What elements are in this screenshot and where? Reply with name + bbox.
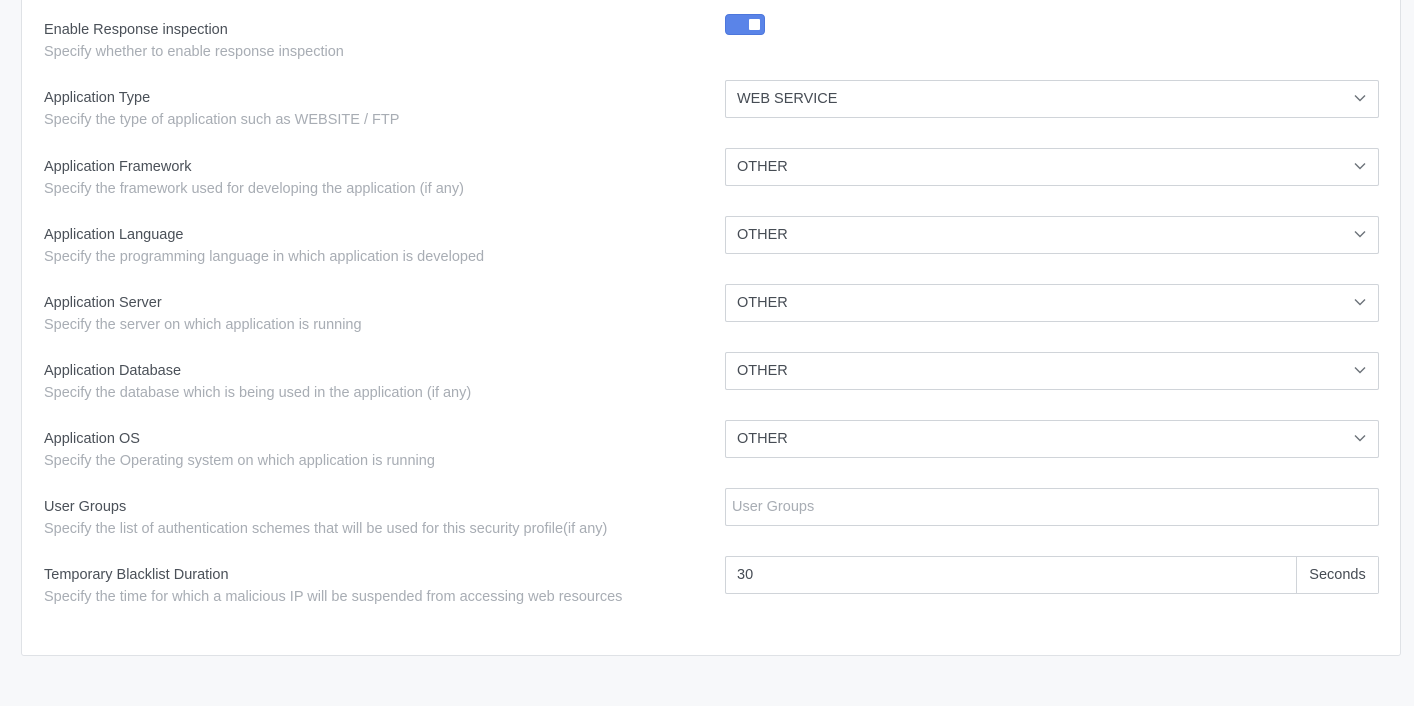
setting-label: Application Server <box>44 295 162 311</box>
setting-application-server: Application Server Specify the server on… <box>44 284 1379 335</box>
duration-unit-label: Seconds <box>1296 557 1378 593</box>
setting-label: Application Language <box>44 227 184 243</box>
application-database-select[interactable]: OTHER <box>725 352 1379 390</box>
setting-label: Application Type <box>44 90 151 106</box>
application-language-select[interactable]: OTHER <box>725 216 1379 254</box>
setting-label: User Groups <box>44 499 127 515</box>
response-inspection-toggle[interactable] <box>725 14 765 35</box>
setting-application-database: Application Database Specify the databas… <box>44 352 1379 403</box>
application-os-select[interactable]: OTHER <box>725 420 1379 458</box>
application-server-select[interactable]: OTHER <box>725 284 1379 322</box>
setting-description: Specify the programming language in whic… <box>44 249 485 265</box>
user-groups-input[interactable] <box>726 489 1378 525</box>
setting-application-language: Application Language Specify the program… <box>44 216 1379 267</box>
setting-description: Specify the type of application such as … <box>44 112 400 128</box>
setting-description: Specify the server on which application … <box>44 317 362 333</box>
setting-application-framework: Application Framework Specify the framew… <box>44 148 1379 199</box>
setting-label: Temporary Blacklist Duration <box>44 567 229 583</box>
select-value: OTHER <box>737 363 788 379</box>
setting-label: Application Database <box>44 363 182 379</box>
blacklist-duration-input[interactable] <box>726 557 1297 593</box>
setting-description: Specify whether to enable response inspe… <box>44 44 344 60</box>
setting-blacklist-duration: Temporary Blacklist Duration Specify the… <box>44 556 1379 607</box>
select-value: WEB SERVICE <box>737 91 838 107</box>
setting-label: Application Framework <box>44 159 192 175</box>
chevron-down-icon <box>1354 435 1366 442</box>
setting-label: Enable Response inspection <box>44 22 228 38</box>
chevron-down-icon <box>1354 299 1366 306</box>
application-type-select[interactable]: WEB SERVICE <box>725 80 1379 118</box>
setting-user-groups: User Groups Specify the list of authenti… <box>44 488 1379 539</box>
setting-description: Specify the database which is being used… <box>44 385 472 401</box>
chevron-down-icon <box>1354 95 1366 102</box>
chevron-down-icon <box>1354 367 1366 374</box>
select-value: OTHER <box>737 295 788 311</box>
setting-description: Specify the list of authentication schem… <box>44 521 608 537</box>
toggle-knob <box>749 19 760 30</box>
select-value: OTHER <box>737 227 788 243</box>
user-groups-field <box>725 488 1379 526</box>
setting-description: Specify the time for which a malicious I… <box>44 589 623 605</box>
setting-response-inspection: Enable Response inspection Specify wheth… <box>44 14 1378 62</box>
blacklist-duration-group: Seconds <box>725 556 1379 594</box>
setting-application-os: Application OS Specify the Operating sys… <box>44 420 1379 471</box>
chevron-down-icon <box>1354 163 1366 170</box>
application-framework-select[interactable]: OTHER <box>725 148 1379 186</box>
chevron-down-icon <box>1354 231 1366 238</box>
setting-description: Specify the framework used for developin… <box>44 181 464 197</box>
setting-application-type: Application Type Specify the type of app… <box>44 80 1379 130</box>
select-value: OTHER <box>737 431 788 447</box>
select-value: OTHER <box>737 159 788 175</box>
setting-description: Specify the Operating system on which ap… <box>44 453 435 469</box>
settings-card: Enable Response inspection Specify wheth… <box>21 0 1401 656</box>
setting-label: Application OS <box>44 431 140 447</box>
